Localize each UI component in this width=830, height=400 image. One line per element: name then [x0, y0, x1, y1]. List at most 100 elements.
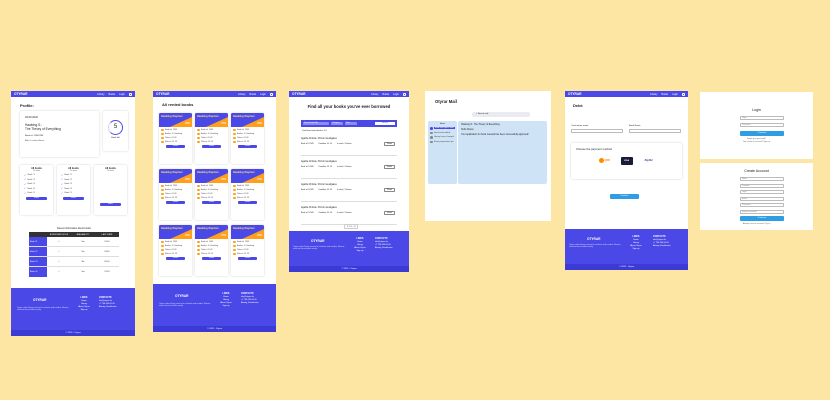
password-input[interactable]: Password [740, 123, 784, 127]
nav-login[interactable]: Login [119, 93, 125, 96]
info-row: Book id: 1234 [233, 184, 262, 188]
list-item[interactable]: ✓ Book #1 [61, 174, 86, 177]
deadline: Deadline: 01.10 [318, 189, 332, 191]
copyright: © 2022 - Otyrar [289, 266, 409, 272]
more-button[interactable]: More [100, 203, 121, 206]
show-button[interactable]: Show [238, 144, 257, 149]
logo[interactable]: OTYRAR [568, 92, 581, 96]
logo[interactable]: OTYRAR [156, 92, 169, 96]
list-item[interactable]: ✓ Book #5 [61, 192, 86, 195]
visa-option[interactable]: VISA [620, 157, 633, 165]
mail-page: Otyrar Mail ⌕ Search mail Inbox Book wil… [425, 91, 551, 221]
nav-library[interactable]: Library [97, 93, 104, 96]
user-icon[interactable] [270, 92, 273, 96]
password-input[interactable]: Password [740, 203, 784, 207]
list-item[interactable]: ✓ Book #4 [24, 187, 49, 190]
more-button[interactable]: More [63, 196, 84, 200]
table-row: Book #3 ✓ No 05.10 [29, 257, 119, 267]
footer-logo: OTYRAR [33, 298, 47, 302]
book-name-label: Book Name [629, 125, 641, 127]
login-input[interactable]: Login [740, 116, 784, 120]
card-owner-input[interactable] [571, 129, 623, 133]
nav-books[interactable]: Books [108, 93, 115, 96]
search-input[interactable]: Search book title [303, 121, 329, 126]
name-input[interactable]: Name [740, 177, 784, 181]
list-item[interactable]: ✓ Book #4 [61, 187, 86, 190]
date-select[interactable]: Date [345, 121, 357, 126]
page-title: Find all your books you've ever borrowed [307, 104, 391, 109]
qiwi-option[interactable]: QIWI [599, 157, 611, 165]
login-input[interactable]: Login [740, 190, 784, 194]
rented-book-card: Hawking Stephen 87% Book id: 1234 Author: S… [195, 113, 228, 164]
mail-list-item[interactable]: Book will expire soon [430, 127, 455, 130]
mail-search[interactable]: ⌕ Search mail [472, 112, 530, 117]
show-button[interactable]: Show [384, 211, 395, 215]
continue-button[interactable]: Continue [740, 131, 784, 136]
footer: OTYRAR Otyrar online library service for… [153, 284, 276, 332]
mail-list-item[interactable]: Exam preparation tips [430, 140, 455, 143]
show-button[interactable]: Show [166, 144, 185, 149]
stock: In stock: 14 items [336, 166, 352, 168]
repeat-password-input[interactable]: Repeat password [740, 209, 784, 214]
info-icon [161, 192, 164, 196]
book-id: Book id: 12345 [301, 166, 314, 168]
borrowed-item: Agatha Christie: Poirot investigates Book… [301, 182, 397, 202]
category-select[interactable]: Category [331, 121, 343, 126]
show-button[interactable]: Show [166, 256, 185, 261]
surname-input[interactable]: Surname [740, 183, 784, 188]
show-button[interactable]: Show [166, 200, 185, 205]
mail-list-item[interactable]: New books added [430, 131, 455, 134]
show-button[interactable]: Show [238, 256, 257, 261]
table-row: Book #2 ✓ Yes 03.10 [29, 247, 119, 257]
book-name-input[interactable] [629, 129, 681, 133]
user-icon[interactable] [129, 92, 132, 96]
show-button[interactable]: Show [384, 188, 395, 192]
rented-book-card: Hawking Stephen 87% Book id: 1234 Author: S… [195, 225, 228, 276]
mail-list-item[interactable]: Library hours changed [430, 136, 455, 139]
footer-links: LINKS Home Library About Otyrar Sign up [354, 238, 366, 252]
user-icon[interactable] [403, 92, 406, 96]
confirm-button[interactable]: Confirm [610, 194, 639, 199]
forgot-password-link[interactable]: Forgot your password? [700, 138, 813, 140]
book-cover: Hawking Stephen 87% [195, 169, 228, 183]
list-item[interactable]: ✓ Book #3 [24, 183, 49, 186]
show-button[interactable]: Show [238, 200, 257, 205]
col-header: BORROWED BOOK [49, 233, 69, 236]
info-icon [197, 192, 200, 196]
book-id: Book id: 12345 [301, 212, 314, 214]
pagination[interactable]: 1 2 3 ... 8 [344, 224, 359, 229]
list-item[interactable]: ✓ Book #3 [61, 183, 86, 186]
payment-card: Choose the payment method QIWI VISA PayP… [571, 143, 682, 179]
info-row: Return: 01.10 [233, 252, 262, 256]
footer-contacts: CONTACTS info@otyrar.kz +7 700 000 00 00 Al… [653, 236, 671, 247]
info-icon [161, 188, 164, 192]
info-icon [197, 248, 200, 252]
show-button[interactable]: Show [202, 200, 221, 205]
date-text: 04.09.2022 [25, 116, 38, 119]
list-item[interactable]: ✓ Book #1 [24, 174, 49, 177]
show-button[interactable]: Show [202, 144, 221, 149]
show-button[interactable]: Show [384, 165, 395, 169]
logo[interactable]: OTYRAR [14, 92, 27, 96]
search-button[interactable]: Search [375, 121, 395, 126]
signup-link[interactable]: Don't have an account? Sign up [700, 141, 813, 143]
borrowed-title: Agatha Christie: Poirot investigates [301, 161, 337, 163]
inbox-tab[interactable]: Inbox [429, 123, 456, 125]
info-row: Author: S. Hawking [197, 244, 226, 248]
user-icon[interactable] [682, 92, 685, 96]
show-button[interactable]: Show [202, 256, 221, 261]
info-icon [197, 196, 200, 200]
more-button[interactable]: More [26, 196, 47, 200]
paypal-option[interactable]: PayPal [643, 157, 655, 165]
show-button[interactable]: Show [384, 142, 395, 146]
list-item[interactable]: ✓ Book #5 [24, 192, 49, 195]
list-item[interactable]: ✓ Book #2 [61, 178, 86, 181]
borrowed-title: Agatha Christie: Poirot investigates [301, 207, 337, 209]
continue-button[interactable]: Continue [740, 216, 784, 221]
login-link[interactable]: Already have an account? Log in [700, 223, 813, 225]
logo[interactable]: OTYRAR [292, 92, 305, 96]
footer-contacts: CONTACTS info@otyrar.kz +7 700 000 00 00 Al… [99, 297, 117, 308]
list-item[interactable]: ✓ Book #2 [24, 178, 49, 181]
info-icon [197, 240, 200, 244]
email-input[interactable]: Email [740, 196, 784, 201]
